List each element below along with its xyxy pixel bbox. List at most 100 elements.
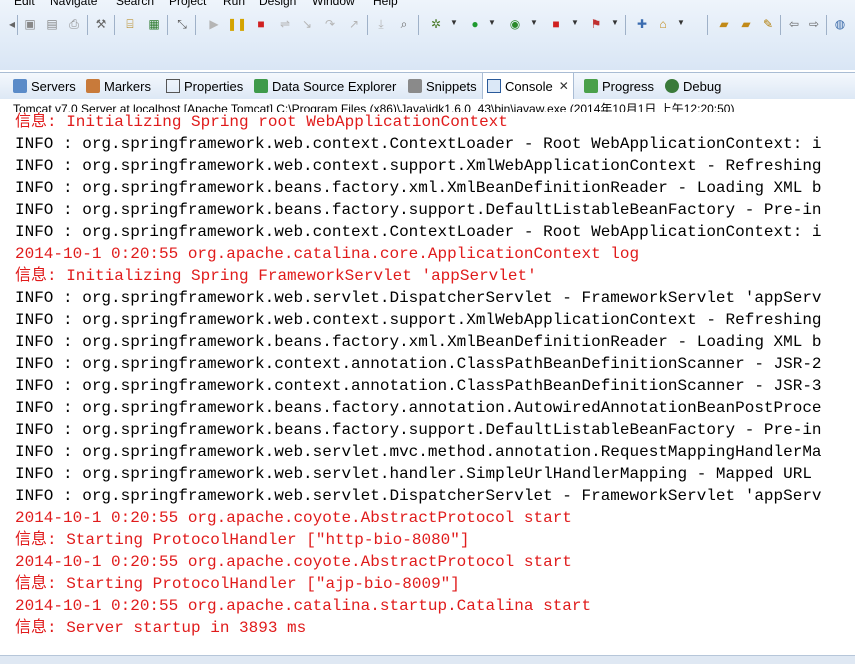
tab-label: Data Source Explorer bbox=[272, 78, 397, 94]
suspend-icon[interactable]: ❚❚ bbox=[227, 16, 247, 32]
console-line: INFO : org.springframework.beans.factory… bbox=[15, 399, 822, 417]
progress-icon bbox=[584, 79, 598, 93]
new-class-icon[interactable]: ▦ bbox=[146, 16, 162, 32]
new-server-icon[interactable]: ✚ bbox=[634, 16, 650, 32]
toolbar-separator bbox=[195, 15, 196, 35]
console-line: INFO : org.springframework.beans.factory… bbox=[15, 179, 822, 197]
console-line: 2014-10-1 0:20:55 org.apache.coyote.Abst… bbox=[15, 509, 572, 527]
tab-progress[interactable]: Progress bbox=[584, 73, 654, 99]
back-icon[interactable]: ⇦ bbox=[786, 16, 802, 32]
disconnect-icon[interactable]: ⇌ bbox=[277, 16, 293, 32]
open-project-icon[interactable]: ▰ bbox=[716, 16, 732, 32]
build-icon[interactable]: ⚒ bbox=[93, 16, 109, 32]
chevron-down-icon[interactable]: ▼ bbox=[611, 18, 619, 27]
use-step-filters-icon[interactable]: ⌕ bbox=[396, 16, 412, 32]
menu-window[interactable]: Window bbox=[312, 0, 355, 8]
tab-label: Markers bbox=[104, 78, 151, 94]
chevron-down-icon[interactable]: ▼ bbox=[530, 18, 538, 27]
console-line: INFO : org.springframework.web.context.C… bbox=[15, 135, 822, 153]
console-line: 信息: Initializing Spring FrameworkServlet… bbox=[15, 267, 537, 285]
toolbar-separator bbox=[167, 15, 168, 35]
tab-markers[interactable]: Markers bbox=[86, 73, 151, 99]
step-return-icon[interactable]: ↗ bbox=[346, 16, 362, 32]
print-icon[interactable]: ⎙ bbox=[66, 16, 82, 32]
console-output[interactable]: 信息: Initializing Spring root WebApplicat… bbox=[0, 112, 855, 663]
console-icon bbox=[487, 79, 501, 93]
toolbar-separator bbox=[707, 15, 708, 35]
close-icon[interactable]: ✕ bbox=[559, 79, 569, 93]
folder-icon[interactable]: ▰ bbox=[738, 16, 754, 32]
drop-to-frame-icon[interactable]: ⤓ bbox=[373, 16, 389, 32]
console-line: INFO : org.springframework.web.servlet.D… bbox=[15, 487, 822, 505]
stop-server-icon[interactable]: ■ bbox=[548, 16, 564, 32]
resume-icon[interactable]: ▶ bbox=[206, 16, 222, 32]
forward-icon[interactable]: ⇨ bbox=[806, 16, 822, 32]
open-type-icon[interactable]: ⌸ bbox=[122, 16, 138, 32]
run-icon[interactable]: ● bbox=[467, 16, 483, 32]
pencil-icon[interactable]: ✎ bbox=[760, 16, 776, 32]
console-line: INFO : org.springframework.beans.factory… bbox=[15, 421, 822, 439]
console-line: 信息: Starting ProtocolHandler ["ajp-bio-8… bbox=[15, 575, 460, 593]
tab-data-source-explorer[interactable]: Data Source Explorer bbox=[254, 73, 396, 99]
debug-icon bbox=[665, 79, 679, 93]
main-toolbar: ◂ ▣ ▤ ⎙ ⚒ ⌸ ▦ ⤡ ▶ ❚❚ ■ ⇌ ↘ ↷ ↗ ⤓ ⌕ ✲ ▼ ●… bbox=[0, 12, 855, 38]
menu-run[interactable]: Run bbox=[223, 0, 245, 8]
tab-label: Progress bbox=[602, 78, 655, 94]
menu-help[interactable]: Help bbox=[373, 0, 398, 8]
coverage-icon[interactable]: ◉ bbox=[507, 16, 523, 32]
open-folder-icon[interactable]: ⌂ bbox=[655, 16, 671, 32]
chevron-down-icon[interactable]: ▼ bbox=[571, 18, 579, 27]
external-tools-icon[interactable]: ⚑ bbox=[588, 16, 604, 32]
console-line: INFO : org.springframework.web.context.s… bbox=[15, 157, 822, 175]
console-line: INFO : org.springframework.web.servlet.D… bbox=[15, 289, 822, 307]
toolbar-separator bbox=[625, 15, 626, 35]
tab-label: Snippets bbox=[426, 78, 477, 94]
console-line: INFO : org.springframework.context.annot… bbox=[15, 377, 822, 395]
tab-label: Servers bbox=[31, 78, 76, 94]
toolbar-separator bbox=[780, 15, 781, 35]
tab-servers[interactable]: Servers bbox=[13, 73, 76, 99]
chevron-down-icon[interactable]: ▼ bbox=[488, 18, 496, 27]
data-source-icon bbox=[254, 79, 268, 93]
console-line: 信息: Server startup in 3893 ms bbox=[15, 619, 307, 637]
tab-label: Properties bbox=[184, 78, 244, 94]
step-into-icon[interactable]: ↘ bbox=[299, 16, 315, 32]
toolbar-separator bbox=[17, 15, 18, 35]
markers-icon bbox=[86, 79, 100, 93]
chevron-down-icon[interactable]: ▼ bbox=[450, 18, 458, 27]
toolbar-separator bbox=[367, 15, 368, 35]
tab-label: Console bbox=[505, 78, 553, 94]
console-line: 信息: Initializing Spring root WebApplicat… bbox=[15, 113, 508, 131]
step-over-icon[interactable]: ↷ bbox=[322, 16, 338, 32]
debug-icon[interactable]: ✲ bbox=[428, 16, 444, 32]
menu-design[interactable]: Design bbox=[259, 0, 296, 8]
tab-debug[interactable]: Debug bbox=[665, 73, 721, 99]
properties-icon bbox=[166, 79, 180, 93]
terminate-icon[interactable]: ■ bbox=[253, 16, 269, 32]
console-line: 信息: Starting ProtocolHandler ["http-bio-… bbox=[15, 531, 470, 549]
console-line: INFO : org.springframework.web.servlet.m… bbox=[15, 443, 822, 461]
ide-chrome: Edit Navigate Search Project Run Design … bbox=[0, 0, 855, 70]
servers-icon bbox=[13, 79, 27, 93]
toolbar-separator bbox=[418, 15, 419, 35]
globe-icon[interactable]: ◍ bbox=[832, 16, 848, 32]
pin-icon[interactable]: ⤡ bbox=[174, 16, 190, 32]
tab-label: Debug bbox=[683, 78, 722, 94]
console-line: 2014-10-1 0:20:55 org.apache.catalina.co… bbox=[15, 245, 640, 263]
save-all-icon[interactable]: ▤ bbox=[44, 16, 60, 32]
menu-navigate[interactable]: Navigate bbox=[50, 0, 97, 8]
view-tab-bar: Servers Markers Properties Data Source E… bbox=[0, 72, 855, 99]
menu-project[interactable]: Project bbox=[169, 0, 206, 8]
menu-search[interactable]: Search bbox=[116, 0, 154, 8]
toolbar-separator bbox=[826, 15, 827, 35]
console-line: INFO : org.springframework.web.servlet.h… bbox=[15, 465, 822, 483]
console-line: INFO : org.springframework.web.context.C… bbox=[15, 223, 822, 241]
tab-snippets[interactable]: Snippets bbox=[408, 73, 477, 99]
chevron-down-icon[interactable]: ▼ bbox=[677, 18, 685, 27]
menu-edit[interactable]: Edit bbox=[14, 0, 35, 8]
save-icon[interactable]: ▣ bbox=[22, 16, 38, 32]
console-line: INFO : org.springframework.web.context.s… bbox=[15, 311, 822, 329]
tab-console[interactable]: Console ✕ bbox=[482, 72, 574, 99]
tab-properties[interactable]: Properties bbox=[166, 73, 243, 99]
console-line: INFO : org.springframework.beans.factory… bbox=[15, 333, 822, 351]
